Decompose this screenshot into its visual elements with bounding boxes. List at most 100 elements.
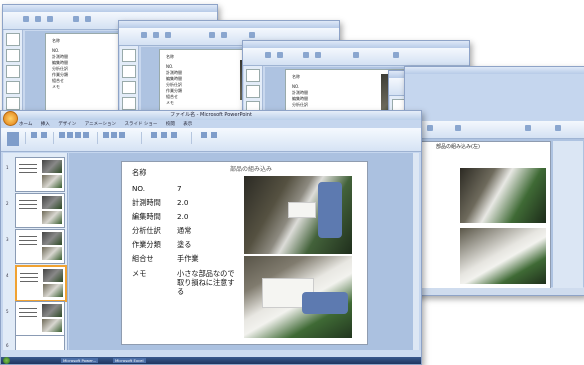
taskbar-item-excel[interactable]: Microsoft Excel (113, 358, 146, 363)
italic-icon[interactable] (67, 132, 73, 138)
status-bar (405, 288, 584, 295)
tab-home[interactable]: ホーム (19, 122, 32, 127)
title-bar: ファイル名 - Microsoft PowerPoint (1, 111, 421, 120)
thumbnail-number: 1 (6, 165, 9, 170)
quick-style-icon[interactable] (171, 132, 177, 138)
mini-time2-label: 編集時間 (292, 96, 308, 101)
slide: 部品の組み込み(左) (411, 141, 551, 291)
slide-canvas: 部品の組み込み(左) (405, 139, 584, 291)
tab-design[interactable]: デザイン (58, 122, 76, 127)
thumbnail-number: 3 (6, 237, 9, 242)
mini-memo-label: メモ (166, 100, 174, 105)
mini-combo-label: 組合せ (166, 94, 178, 99)
memo-value: 小さな部品なので取り損ねに注意する (177, 269, 235, 296)
align-center-icon[interactable] (111, 132, 117, 138)
mini-name-label: 名称 (166, 54, 174, 59)
work-photo-bottom (244, 256, 352, 338)
window-title (405, 67, 584, 74)
mini-time2-label: 編集時間 (166, 76, 182, 81)
mini-name-label: 名称 (52, 38, 60, 43)
office-button-icon[interactable] (3, 111, 18, 126)
replace-icon[interactable] (211, 132, 217, 138)
tab-view[interactable]: 表示 (183, 122, 192, 127)
mini-no-label: NO. (52, 48, 60, 53)
window-title: ファイル名 - Microsoft PowerPoint (170, 112, 252, 118)
slide-thumbnail[interactable] (15, 335, 65, 351)
measure-time-label: 計測時間 (132, 198, 161, 207)
ribbon (405, 121, 584, 139)
arrange-icon[interactable] (161, 132, 167, 138)
slide-title: 部品の組み込み(左) (436, 144, 480, 150)
combination-value: 手作業 (177, 254, 199, 263)
find-icon[interactable] (201, 132, 207, 138)
combination-label: 組合せ (132, 254, 154, 263)
align-left-icon[interactable] (103, 132, 109, 138)
thumbnail-number: 6 (6, 343, 9, 348)
edit-time-label: 編集時間 (132, 212, 161, 221)
work-photo-top (244, 176, 352, 254)
layout-icon[interactable] (41, 132, 47, 138)
mini-class1-label: 分析仕訳 (52, 66, 68, 71)
slide-thumbnail[interactable] (15, 157, 65, 192)
window-title (3, 5, 217, 12)
mini-name-label: 名称 (292, 74, 300, 79)
work-category-value: 塗る (177, 240, 192, 249)
slide-thumbnail[interactable] (15, 193, 65, 228)
mini-memo-label: メモ (52, 84, 60, 89)
mini-class1-label: 分析仕訳 (292, 102, 308, 107)
mini-time1-label: 計測時間 (52, 54, 68, 59)
slide-thumbnail-selected[interactable] (15, 265, 67, 302)
align-right-icon[interactable] (119, 132, 125, 138)
right-powerpoint-window: 部品の組み込み(左) (404, 66, 584, 296)
window-title (119, 21, 339, 28)
current-slide[interactable]: 部品の組み込み 名称 NO. 7 計測時間 2.0 編集時間 2.0 分析仕訳 … (121, 161, 368, 345)
slide-thumbnail[interactable] (15, 301, 65, 336)
shapes-icon[interactable] (151, 132, 157, 138)
font-color-icon[interactable] (83, 132, 89, 138)
paste-icon[interactable] (7, 132, 19, 146)
mini-class2-label: 作業分類 (52, 72, 68, 77)
work-category-label: 作業分類 (132, 240, 161, 249)
measure-time-value: 2.0 (177, 198, 189, 207)
mini-time2-label: 編集時間 (52, 60, 68, 65)
slide-title: 部品の組み込み (230, 166, 273, 173)
ribbon-tabs: ホーム 挿入 デザイン アニメーション スライド ショー 校閲 表示 (19, 121, 199, 128)
mini-time1-label: 計測時間 (166, 70, 182, 75)
no-label: NO. (132, 184, 146, 193)
new-slide-icon[interactable] (31, 132, 37, 138)
mini-combo-label: 組合せ (52, 78, 64, 83)
edit-time-value: 2.0 (177, 212, 189, 221)
name-label: 名称 (132, 168, 147, 177)
slide-photo-top (460, 168, 546, 223)
thumbnail-number: 4 (6, 273, 9, 278)
mini-class2-label: 作業分類 (166, 88, 182, 93)
taskbar-item-powerpoint[interactable]: Microsoft Power... (61, 358, 99, 363)
memo-label: メモ (132, 269, 147, 278)
vertical-scrollbar[interactable] (413, 153, 419, 350)
ribbon-toolbar (1, 128, 421, 152)
no-value: 7 (177, 184, 182, 193)
taskbar: Microsoft Power... Microsoft Excel (1, 357, 421, 364)
tab-animation[interactable]: アニメーション (85, 122, 116, 127)
thumbnail-number: 2 (6, 201, 9, 206)
underline-icon[interactable] (75, 132, 81, 138)
tab-slideshow[interactable]: スライド ショー (124, 122, 157, 127)
tab-insert[interactable]: 挿入 (41, 122, 50, 127)
mini-no-label: NO. (292, 84, 300, 89)
slide-editing-area: 部品の組み込み 名称 NO. 7 計測時間 2.0 編集時間 2.0 分析仕訳 … (69, 153, 419, 350)
thumbnail-number: 5 (6, 309, 9, 314)
bold-icon[interactable] (59, 132, 65, 138)
side-panel (553, 141, 583, 289)
mini-no-label: NO. (166, 64, 174, 69)
status-bar (1, 350, 421, 357)
slide-thumbnail[interactable] (15, 229, 65, 264)
slide-photo-bottom (460, 228, 546, 284)
window-title (243, 41, 469, 48)
ribbon (243, 48, 469, 66)
mini-class1-label: 分析仕訳 (166, 82, 182, 87)
start-button[interactable] (3, 357, 10, 364)
main-powerpoint-window: ファイル名 - Microsoft PowerPoint ホーム 挿入 デザイン… (0, 110, 422, 365)
mini-time1-label: 計測時間 (292, 90, 308, 95)
tab-review[interactable]: 校閲 (166, 122, 175, 127)
slide-thumbnail-pane: 1 2 3 4 5 6 (3, 153, 68, 351)
